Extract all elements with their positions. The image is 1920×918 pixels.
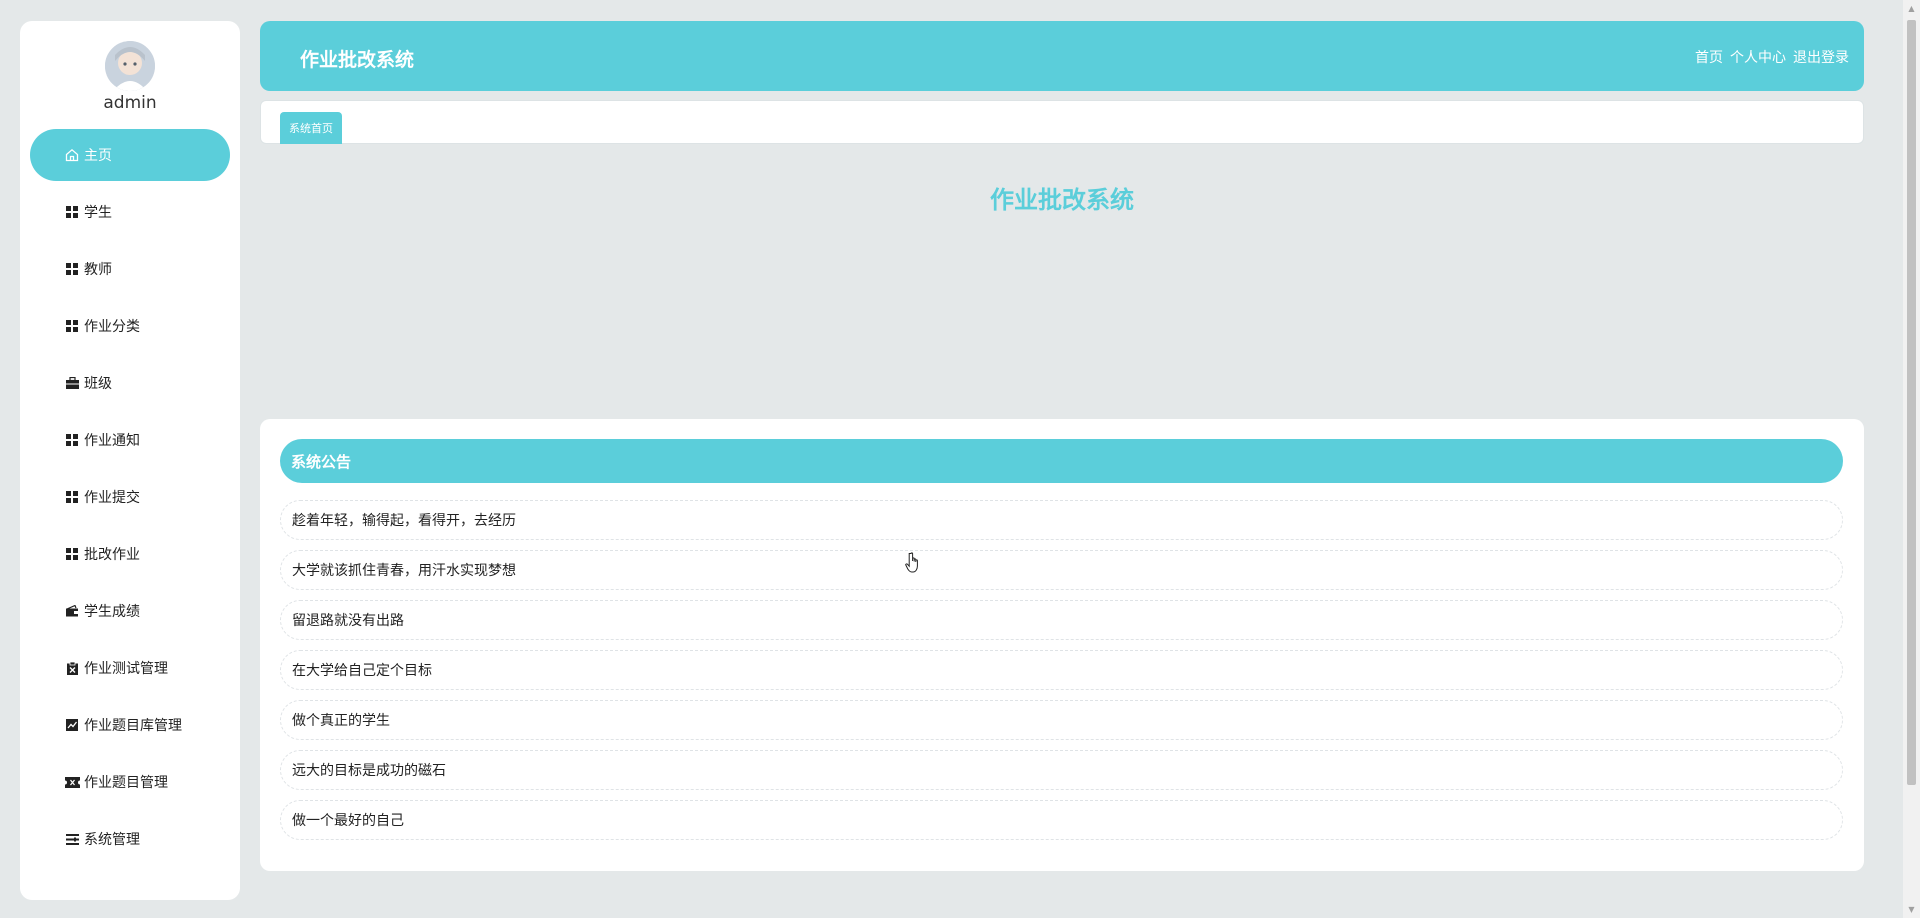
avatar[interactable] [105, 41, 155, 91]
nav-home-link[interactable]: 首页 [1695, 47, 1723, 67]
notice-header: 系统公告 [280, 439, 1843, 483]
notice-panel: 系统公告 趁着年轻，输得起，看得开，去经历 大学就该抓住青春，用汗水实现梦想 留… [260, 419, 1864, 871]
sidebar-item-homework-submit[interactable]: 作业提交 [30, 471, 230, 523]
grid-icon [64, 489, 80, 505]
scroll-down-arrow-icon[interactable]: ▼ [1903, 901, 1920, 918]
grid-icon [64, 432, 80, 448]
sidebar-item-label: 作业提交 [84, 490, 140, 506]
sidebar-item-classes[interactable]: 班级 [30, 357, 230, 409]
sidebar-item-label: 作业通知 [84, 433, 140, 449]
notice-item[interactable]: 远大的目标是成功的磁石 [280, 750, 1843, 790]
sidebar-item-label: 学生成绩 [84, 604, 140, 620]
sidebar-item-label: 作业分类 [84, 319, 140, 335]
scroll-up-arrow-icon[interactable]: ▲ [1903, 0, 1920, 17]
sidebar-item-teachers[interactable]: 教师 [30, 243, 230, 295]
grid-icon [64, 546, 80, 562]
grid-icon [64, 204, 80, 220]
sidebar-item-label: 班级 [84, 376, 112, 392]
chart-line-icon [64, 717, 80, 733]
page-title: 作业批改系统 [990, 186, 1134, 214]
notice-item[interactable]: 大学就该抓住青春，用汗水实现梦想 [280, 550, 1843, 590]
list-icon [64, 831, 80, 847]
home-icon [64, 147, 80, 163]
sidebar: admin 主页 学生 教师 作业分类 班级 作业通知 作业提交 批改作业 学生… [20, 21, 240, 900]
app-title: 作业批改系统 [300, 49, 415, 71]
header-bar: 作业批改系统 首页 个人中心 退出登录 [260, 21, 1864, 91]
notice-item[interactable]: 做一个最好的自己 [280, 800, 1843, 840]
hand-cursor-icon [905, 552, 923, 578]
clipboard-x-icon [64, 660, 80, 676]
header-nav: 首页 个人中心 退出登录 [1695, 47, 1849, 67]
scrollbar-thumb[interactable] [1907, 20, 1916, 785]
sidebar-item-system-manage[interactable]: 系统管理 [30, 813, 230, 865]
sidebar-item-label: 作业题目库管理 [84, 718, 182, 734]
ticket-icon [64, 774, 80, 790]
notice-item[interactable]: 趁着年轻，输得起，看得开，去经历 [280, 500, 1843, 540]
nav-logout-link[interactable]: 退出登录 [1793, 47, 1849, 67]
notice-item[interactable]: 留退路就没有出路 [280, 600, 1843, 640]
wallet-icon [64, 603, 80, 619]
grid-icon [64, 261, 80, 277]
nav-profile-link[interactable]: 个人中心 [1730, 47, 1786, 67]
sidebar-item-students[interactable]: 学生 [30, 186, 230, 238]
sidebar-menu: 主页 学生 教师 作业分类 班级 作业通知 作业提交 批改作业 学生成绩 作业测… [30, 129, 230, 870]
sidebar-item-label: 作业题目管理 [84, 775, 168, 791]
briefcase-icon [64, 375, 80, 391]
username: admin [103, 93, 157, 113]
sidebar-item-homework-category[interactable]: 作业分类 [30, 300, 230, 352]
sidebar-item-label: 主页 [84, 148, 112, 164]
sidebar-item-label: 系统管理 [84, 832, 140, 848]
notice-item[interactable]: 在大学给自己定个目标 [280, 650, 1843, 690]
sidebar-item-grade-homework[interactable]: 批改作业 [30, 528, 230, 580]
page-scrollbar[interactable]: ▲ ▼ [1903, 0, 1920, 918]
grid-icon [64, 318, 80, 334]
sidebar-item-home[interactable]: 主页 [30, 129, 230, 181]
sidebar-item-label: 批改作业 [84, 547, 140, 563]
tab-bar: 系统首页 [260, 100, 1864, 144]
notice-list: 趁着年轻，输得起，看得开，去经历 大学就该抓住青春，用汗水实现梦想 留退路就没有… [280, 500, 1843, 850]
sidebar-item-question-manage[interactable]: 作业题目管理 [30, 756, 230, 808]
sidebar-item-homework-test[interactable]: 作业测试管理 [30, 642, 230, 694]
sidebar-item-homework-notice[interactable]: 作业通知 [30, 414, 230, 466]
notice-item[interactable]: 做个真正的学生 [280, 700, 1843, 740]
sidebar-item-label: 学生 [84, 205, 112, 221]
sidebar-item-question-bank[interactable]: 作业题目库管理 [30, 699, 230, 751]
sidebar-item-student-scores[interactable]: 学生成绩 [30, 585, 230, 637]
tab-system-home[interactable]: 系统首页 [280, 112, 342, 144]
sidebar-item-label: 教师 [84, 262, 112, 278]
sidebar-item-label: 作业测试管理 [84, 661, 168, 677]
